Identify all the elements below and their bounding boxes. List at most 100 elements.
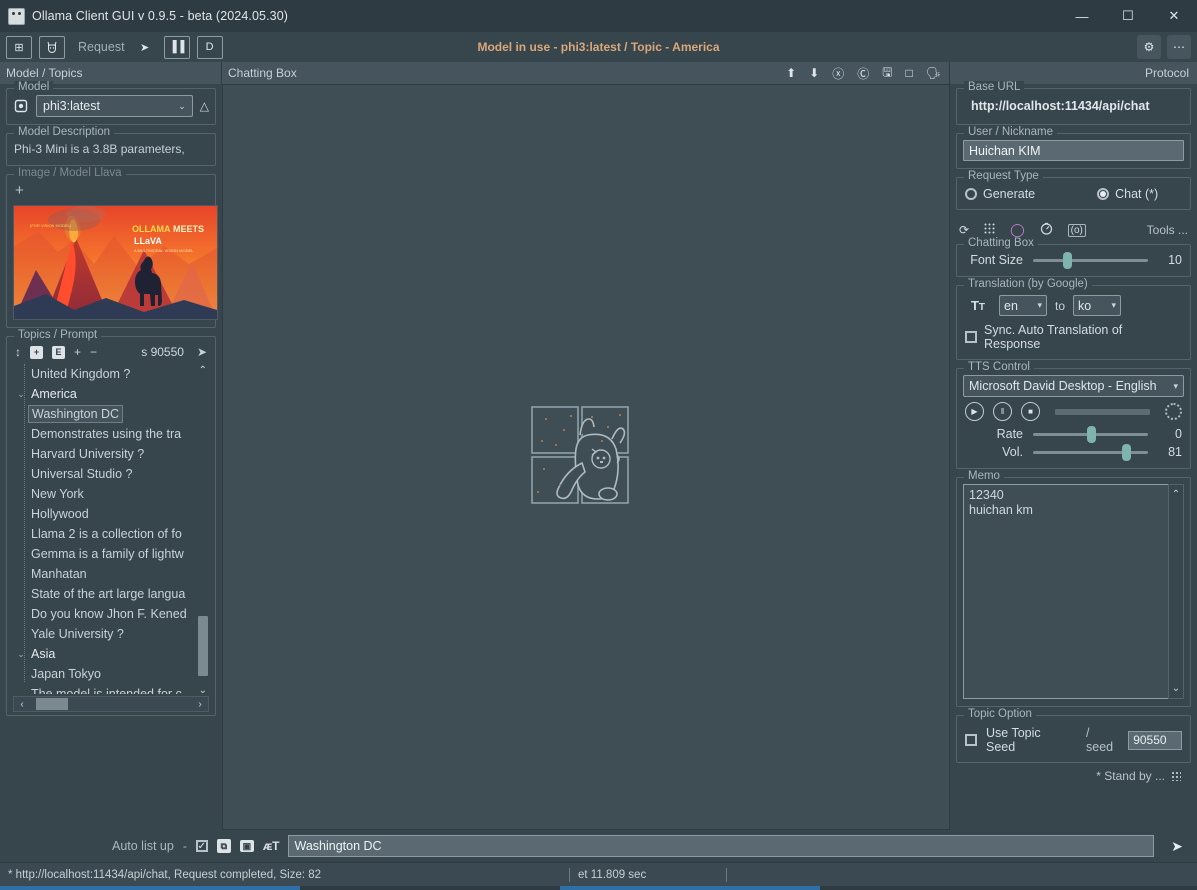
add-image-icon[interactable]: ⧉ — [217, 839, 231, 853]
list-item[interactable]: Llama 2 is a collection of fo — [13, 524, 209, 544]
scroll-right-arrow[interactable]: › — [192, 699, 208, 710]
upload-icon[interactable]: ⬆ — [786, 66, 796, 80]
collapse-icon[interactable]: − — [90, 345, 97, 359]
text-size-icon[interactable]: ᴁT — [263, 839, 280, 853]
memo-scroll-down[interactable]: ⌄ — [1172, 681, 1180, 696]
tts-pause-button[interactable]: ‖ — [993, 402, 1012, 421]
topics-horizontal-scrollbar[interactable]: ‹ › — [13, 696, 209, 712]
tts-rate-knob[interactable] — [1087, 426, 1096, 443]
list-item[interactable]: Yale University ? — [13, 624, 209, 644]
topics-send-icon[interactable]: ➤ — [197, 345, 207, 359]
tts-volume-slider[interactable] — [1033, 451, 1148, 454]
translate-from-select[interactable]: en ▾ — [999, 295, 1047, 316]
tts-play-button[interactable]: ▶ — [965, 402, 984, 421]
sync-translation-checkbox[interactable] — [965, 331, 977, 343]
chevron-down-icon[interactable]: ⌄ — [13, 384, 29, 404]
hscroll-thumb[interactable] — [36, 698, 68, 710]
topics-vertical-scrollbar[interactable] — [198, 616, 208, 676]
tts-stop-button[interactable]: ■ — [1021, 402, 1040, 421]
status-bar: * http://localhost:11434/api/chat, Reque… — [0, 862, 1197, 886]
list-item[interactable]: Demonstrates using the tra — [13, 424, 209, 444]
picture-icon[interactable]: ▣ — [240, 840, 254, 852]
timer-icon[interactable] — [1040, 222, 1053, 238]
list-item[interactable]: New York — [13, 484, 209, 504]
tts-volume-knob[interactable] — [1122, 444, 1131, 461]
list-item[interactable]: Hollywood — [13, 504, 209, 524]
tts-voice-select[interactable]: Microsoft David Desktop - English ▾ — [963, 375, 1184, 397]
pause-button[interactable]: ▐▐ — [164, 36, 190, 59]
list-item[interactable]: United Kingdom ? — [13, 364, 209, 384]
edit-topic-icon[interactable]: E — [52, 346, 65, 359]
prompt-send-button[interactable]: ➤ — [1163, 838, 1191, 855]
radio-generate[interactable]: Generate — [965, 187, 1035, 201]
tts-rate-slider[interactable] — [1033, 433, 1148, 436]
memo-scrollbar[interactable]: ⌃ ⌄ — [1168, 484, 1184, 699]
model-icon[interactable] — [13, 98, 29, 114]
add-topic-icon[interactable]: + — [30, 346, 43, 359]
font-size-slider-knob[interactable] — [1063, 252, 1072, 269]
scroll-left-arrow[interactable]: ‹ — [14, 699, 30, 710]
add-image-button[interactable]: + — [13, 181, 209, 205]
memo-textarea[interactable]: 12340 huichan km ⌃ ⌄ — [963, 484, 1184, 699]
more-options-button[interactable]: ⋯ — [1167, 35, 1191, 59]
maximize-button[interactable]: ☐ — [1105, 0, 1151, 32]
scroll-up-chevron[interactable]: ⌃ — [199, 365, 207, 376]
topic-label: Harvard University ? — [29, 444, 144, 464]
chevron-down-icon[interactable]: ⌄ — [13, 644, 29, 664]
expand-icon[interactable]: + — [74, 345, 81, 359]
list-item[interactable]: Japan Tokyo — [13, 664, 209, 684]
list-item[interactable]: Manhatan — [13, 564, 209, 584]
font-size-slider[interactable] — [1033, 259, 1148, 262]
debug-button[interactable]: D — [197, 36, 223, 59]
window-icon[interactable]: □ — [906, 66, 913, 80]
grid-dots-icon[interactable] — [984, 223, 995, 237]
auto-list-up-checkbox[interactable]: ✓ — [196, 840, 208, 852]
resize-grip-icon[interactable] — [1171, 771, 1181, 781]
sort-icon[interactable]: ↕ — [15, 345, 21, 359]
list-item[interactable]: Universal Studio ? — [13, 464, 209, 484]
list-item[interactable]: Gemma is a family of lightw — [13, 544, 209, 564]
scroll-down-chevron[interactable]: ⌄ — [199, 685, 207, 694]
close-button[interactable]: ✕ — [1151, 0, 1197, 32]
seed-input[interactable]: 90550 — [1128, 731, 1182, 750]
embed-icon[interactable]: (o) — [1068, 224, 1086, 237]
request-type-label: Request Type — [964, 170, 1043, 182]
save-icon[interactable]: 🖫 — [882, 63, 892, 84]
copy-icon[interactable]: Ⓒ — [857, 65, 869, 82]
record-circle-icon[interactable]: ◯ — [1010, 222, 1025, 238]
translate-to-select[interactable]: ko ▾ — [1073, 295, 1121, 316]
list-item-selected[interactable]: Washington DC — [13, 404, 209, 424]
list-item[interactable]: Harvard University ? — [13, 444, 209, 464]
topics-toolbar: ↕ + E + − s 90550 ➤ — [13, 343, 209, 364]
speak-icon[interactable]: 🗣 — [926, 66, 941, 80]
model-select[interactable]: phi3:latest ⌄ — [36, 95, 193, 117]
nickname-input[interactable]: Huichan KIM — [963, 140, 1184, 161]
chatting-box-panel[interactable] — [222, 84, 950, 830]
prompt-input[interactable]: Washington DC — [288, 835, 1154, 857]
gear-icon[interactable] — [1165, 403, 1182, 420]
list-item[interactable]: The model is intended for c — [13, 684, 209, 694]
topic-label: Universal Studio ? — [29, 464, 132, 484]
settings-gear-button[interactable]: ⚙ — [1137, 35, 1161, 59]
sync-translation-row[interactable]: Sync. Auto Translation of Response — [963, 319, 1184, 352]
model-description-text: Phi-3 Mini is a 3.8B parameters, — [13, 140, 209, 158]
refresh-icon[interactable]: ⟳ — [959, 223, 969, 237]
hscroll-track[interactable] — [30, 697, 192, 711]
grid-view-button[interactable]: ⊞ — [6, 36, 32, 59]
download-icon[interactable]: ⬇ — [809, 66, 819, 80]
list-item[interactable]: Do you know Jhon F. Kened — [13, 604, 209, 624]
tools-label[interactable]: Tools ... — [1147, 223, 1188, 237]
send-request-button[interactable]: ➤ — [133, 37, 157, 58]
list-item[interactable]: State of the art large langua — [13, 584, 209, 604]
clear-icon[interactable]: ⓧ — [832, 65, 844, 82]
right-panel: Base URL http://localhost:11434/api/chat… — [950, 84, 1197, 830]
list-item[interactable]: ⌄ Asia — [13, 644, 209, 664]
minimize-button[interactable]: — — [1059, 0, 1105, 32]
use-topic-seed-checkbox[interactable] — [965, 734, 977, 746]
radio-chat[interactable]: Chat (*) — [1097, 187, 1158, 201]
topics-tree[interactable]: United Kingdom ? ⌄ America Washington DC… — [13, 364, 209, 694]
llama-model-button[interactable] — [39, 36, 65, 59]
memo-scroll-up[interactable]: ⌃ — [1172, 487, 1180, 502]
list-item[interactable]: ⌄ America — [13, 384, 209, 404]
model-refresh-icon[interactable]: △ — [200, 99, 209, 113]
